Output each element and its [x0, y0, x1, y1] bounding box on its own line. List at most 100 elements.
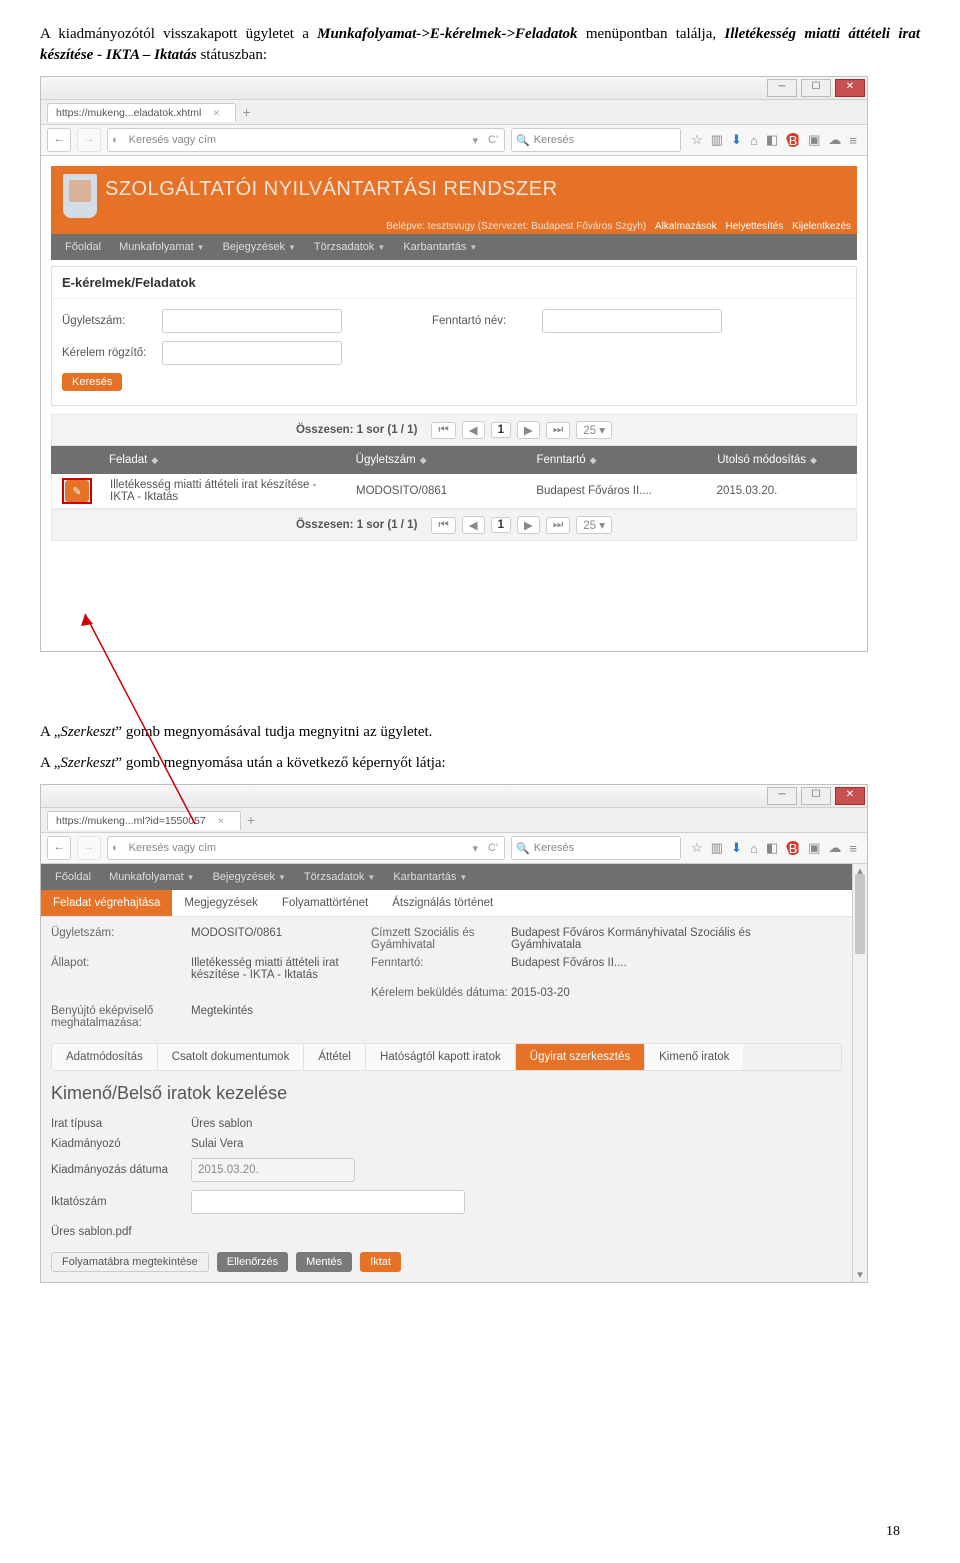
link-helyettesites[interactable]: Helyettesítés [725, 221, 783, 232]
address-bar[interactable]: ◐ Keresés vagy cím ▾ C' [107, 836, 505, 860]
chevron-down-icon: ▼ [367, 873, 375, 882]
download-icon[interactable]: ⬇ [731, 132, 742, 148]
list-icon[interactable]: ▥ [711, 840, 723, 856]
feed-icon[interactable]: ☁ [828, 840, 841, 856]
window-maximize-button[interactable]: ☐ [801, 79, 831, 97]
sort-icon: ◆ [810, 455, 817, 466]
nav-forward-button[interactable]: → [77, 128, 101, 152]
list-icon[interactable]: ▥ [711, 132, 723, 148]
col-feladat[interactable]: Feladat [109, 454, 147, 466]
address-dropdown-icon[interactable]: ▾ [469, 842, 483, 855]
window-close-button[interactable]: ✕ [835, 79, 865, 97]
menu-fooldal[interactable]: Főoldal [47, 867, 99, 887]
doc-link[interactable]: Üres sablon.pdf [51, 1226, 132, 1238]
menu-icon[interactable]: ≡ [849, 841, 857, 856]
link-alkalmazasok[interactable]: Alkalmazások [655, 221, 717, 232]
subtab-adatmodositas[interactable]: Adatmódosítás [52, 1044, 158, 1070]
pager-prev[interactable]: ◀ [462, 421, 485, 439]
pager-prev[interactable]: ◀ [462, 516, 485, 534]
star-icon[interactable]: ☆ [691, 132, 703, 148]
btn-ellenorzes[interactable]: Ellenőrzés [217, 1252, 288, 1272]
page-size-select[interactable]: 25 ▾ [576, 421, 612, 439]
pager-last[interactable]: ⏭ [546, 422, 570, 439]
address-dropdown-icon[interactable]: ▾ [469, 134, 483, 147]
download-icon[interactable]: ⬇ [731, 840, 742, 856]
tag-icon[interactable]: ◧ [766, 840, 778, 856]
menu-munkafolyamat[interactable]: Munkafolyamat▼ [101, 867, 203, 887]
tab-folyamattortenet[interactable]: Folyamattörténet [270, 890, 380, 916]
feed-icon[interactable]: ☁ [828, 132, 841, 148]
label-ugyletszam: Ügyletszám: [62, 315, 162, 327]
new-tab-button[interactable]: + [242, 104, 250, 120]
label-ugyletszam: Ügyletszám: [51, 927, 191, 951]
tab-megjegyzesek[interactable]: Megjegyzések [172, 890, 270, 916]
window-minimize-button[interactable]: ─ [767, 79, 797, 97]
menu-torzsadatok[interactable]: Törzsadatok▼ [296, 867, 383, 887]
page-size-select[interactable]: 25 ▾ [576, 516, 612, 534]
col-ugyletszam[interactable]: Ügyletszám [356, 454, 416, 466]
value-benyujto-link[interactable]: Megtekintés [191, 1005, 371, 1029]
address-bar[interactable]: ◐ Keresés vagy cím ▾ C' [107, 128, 505, 152]
reload-button[interactable]: C' [482, 134, 504, 146]
pager-page-1[interactable]: 1 [491, 517, 511, 533]
browser-search-box[interactable]: 🔍 Keresés [511, 836, 681, 860]
firebug-icon[interactable]: ▣ [808, 132, 820, 148]
nav-forward-button[interactable]: → [77, 836, 101, 860]
pager-first[interactable]: ⏮ [431, 517, 455, 534]
tab-close-icon[interactable]: × [213, 107, 219, 119]
menu-munkafolyamat[interactable]: Munkafolyamat▼ [111, 237, 213, 257]
scrollbar[interactable]: ▴ ▾ [852, 864, 867, 1282]
subtab-kimeno-iratok[interactable]: Kimenő iratok [645, 1044, 743, 1070]
search-button[interactable]: Keresés [62, 373, 122, 391]
subtab-ugyirat-szerkesztes[interactable]: Ügyirat szerkesztés [516, 1044, 645, 1070]
value-ugyletszam: MODOSITO/0861 [191, 927, 371, 951]
btn-folyamatabra[interactable]: Folyamatábra megtekintése [51, 1252, 209, 1272]
col-modositas[interactable]: Utolsó módosítás [717, 454, 806, 466]
subtab-hatosag-iratok[interactable]: Hatóságtól kapott iratok [366, 1044, 516, 1070]
menu-bejegyzesek[interactable]: Bejegyzések▼ [215, 237, 304, 257]
scrollbar-thumb[interactable] [855, 874, 865, 954]
star-icon[interactable]: ☆ [691, 840, 703, 856]
browser-tab[interactable]: https://mukeng...eladatok.xhtml × [47, 103, 236, 122]
menu-karbantartas[interactable]: Karbantartás▼ [395, 237, 485, 257]
app-title: SZOLGÁLTATÓI NYILVÁNTARTÁSI RENDSZER [105, 178, 558, 201]
btn-iktat[interactable]: Iktat [360, 1252, 401, 1272]
reload-button[interactable]: C' [482, 842, 504, 854]
search-placeholder: Keresés [534, 842, 574, 854]
input-iktatoszam[interactable] [191, 1190, 465, 1214]
adblock-icon[interactable]: ABP [786, 841, 800, 855]
input-kerelem-rogzito[interactable] [162, 341, 342, 365]
pager-first[interactable]: ⏮ [431, 422, 455, 439]
menu-icon[interactable]: ≡ [849, 133, 857, 148]
adblock-icon[interactable]: ABP [786, 133, 800, 147]
home-icon[interactable]: ⌂ [750, 133, 758, 148]
scroll-down-icon[interactable]: ▾ [853, 1268, 867, 1282]
nav-back-button[interactable]: ← [47, 836, 71, 860]
menu-torzsadatok[interactable]: Törzsadatok▼ [306, 237, 393, 257]
tab-feladat-vegrehajtas[interactable]: Feladat végrehajtása [41, 890, 172, 916]
pager-next[interactable]: ▶ [517, 516, 540, 534]
menu-fooldal[interactable]: Főoldal [57, 237, 109, 257]
browser-search-box[interactable]: 🔍 Keresés [511, 128, 681, 152]
pager-page-1[interactable]: 1 [491, 422, 511, 438]
nav-back-button[interactable]: ← [47, 128, 71, 152]
input-fenntarto-nev[interactable] [542, 309, 722, 333]
tab-atszignalas[interactable]: Átszignálás történet [380, 890, 505, 916]
link-kijelentkezes[interactable]: Kijelentkezés [792, 221, 851, 232]
subtab-csatolt-dok[interactable]: Csatolt dokumentumok [158, 1044, 305, 1070]
pager-next[interactable]: ▶ [517, 421, 540, 439]
sort-icon: ◆ [151, 455, 158, 466]
menu-karbantartas[interactable]: Karbantartás▼ [385, 867, 475, 887]
tag-icon[interactable]: ◧ [766, 132, 778, 148]
value-cimzett: Budapest Főváros Kormányhivatal Szociáli… [511, 927, 811, 951]
home-icon[interactable]: ⌂ [750, 841, 758, 856]
pager-last[interactable]: ⏭ [546, 517, 570, 534]
menu-bejegyzesek[interactable]: Bejegyzések▼ [205, 867, 294, 887]
input-ugyletszam[interactable] [162, 309, 342, 333]
app-header: SZOLGÁLTATÓI NYILVÁNTARTÁSI RENDSZER Bel… [51, 166, 857, 234]
firebug-icon[interactable]: ▣ [808, 840, 820, 856]
btn-mentes[interactable]: Mentés [296, 1252, 352, 1272]
col-fenntarto[interactable]: Fenntartó [536, 454, 585, 466]
subtab-attetel[interactable]: Áttétel [304, 1044, 366, 1070]
edit-button[interactable]: ✎ [65, 480, 89, 502]
